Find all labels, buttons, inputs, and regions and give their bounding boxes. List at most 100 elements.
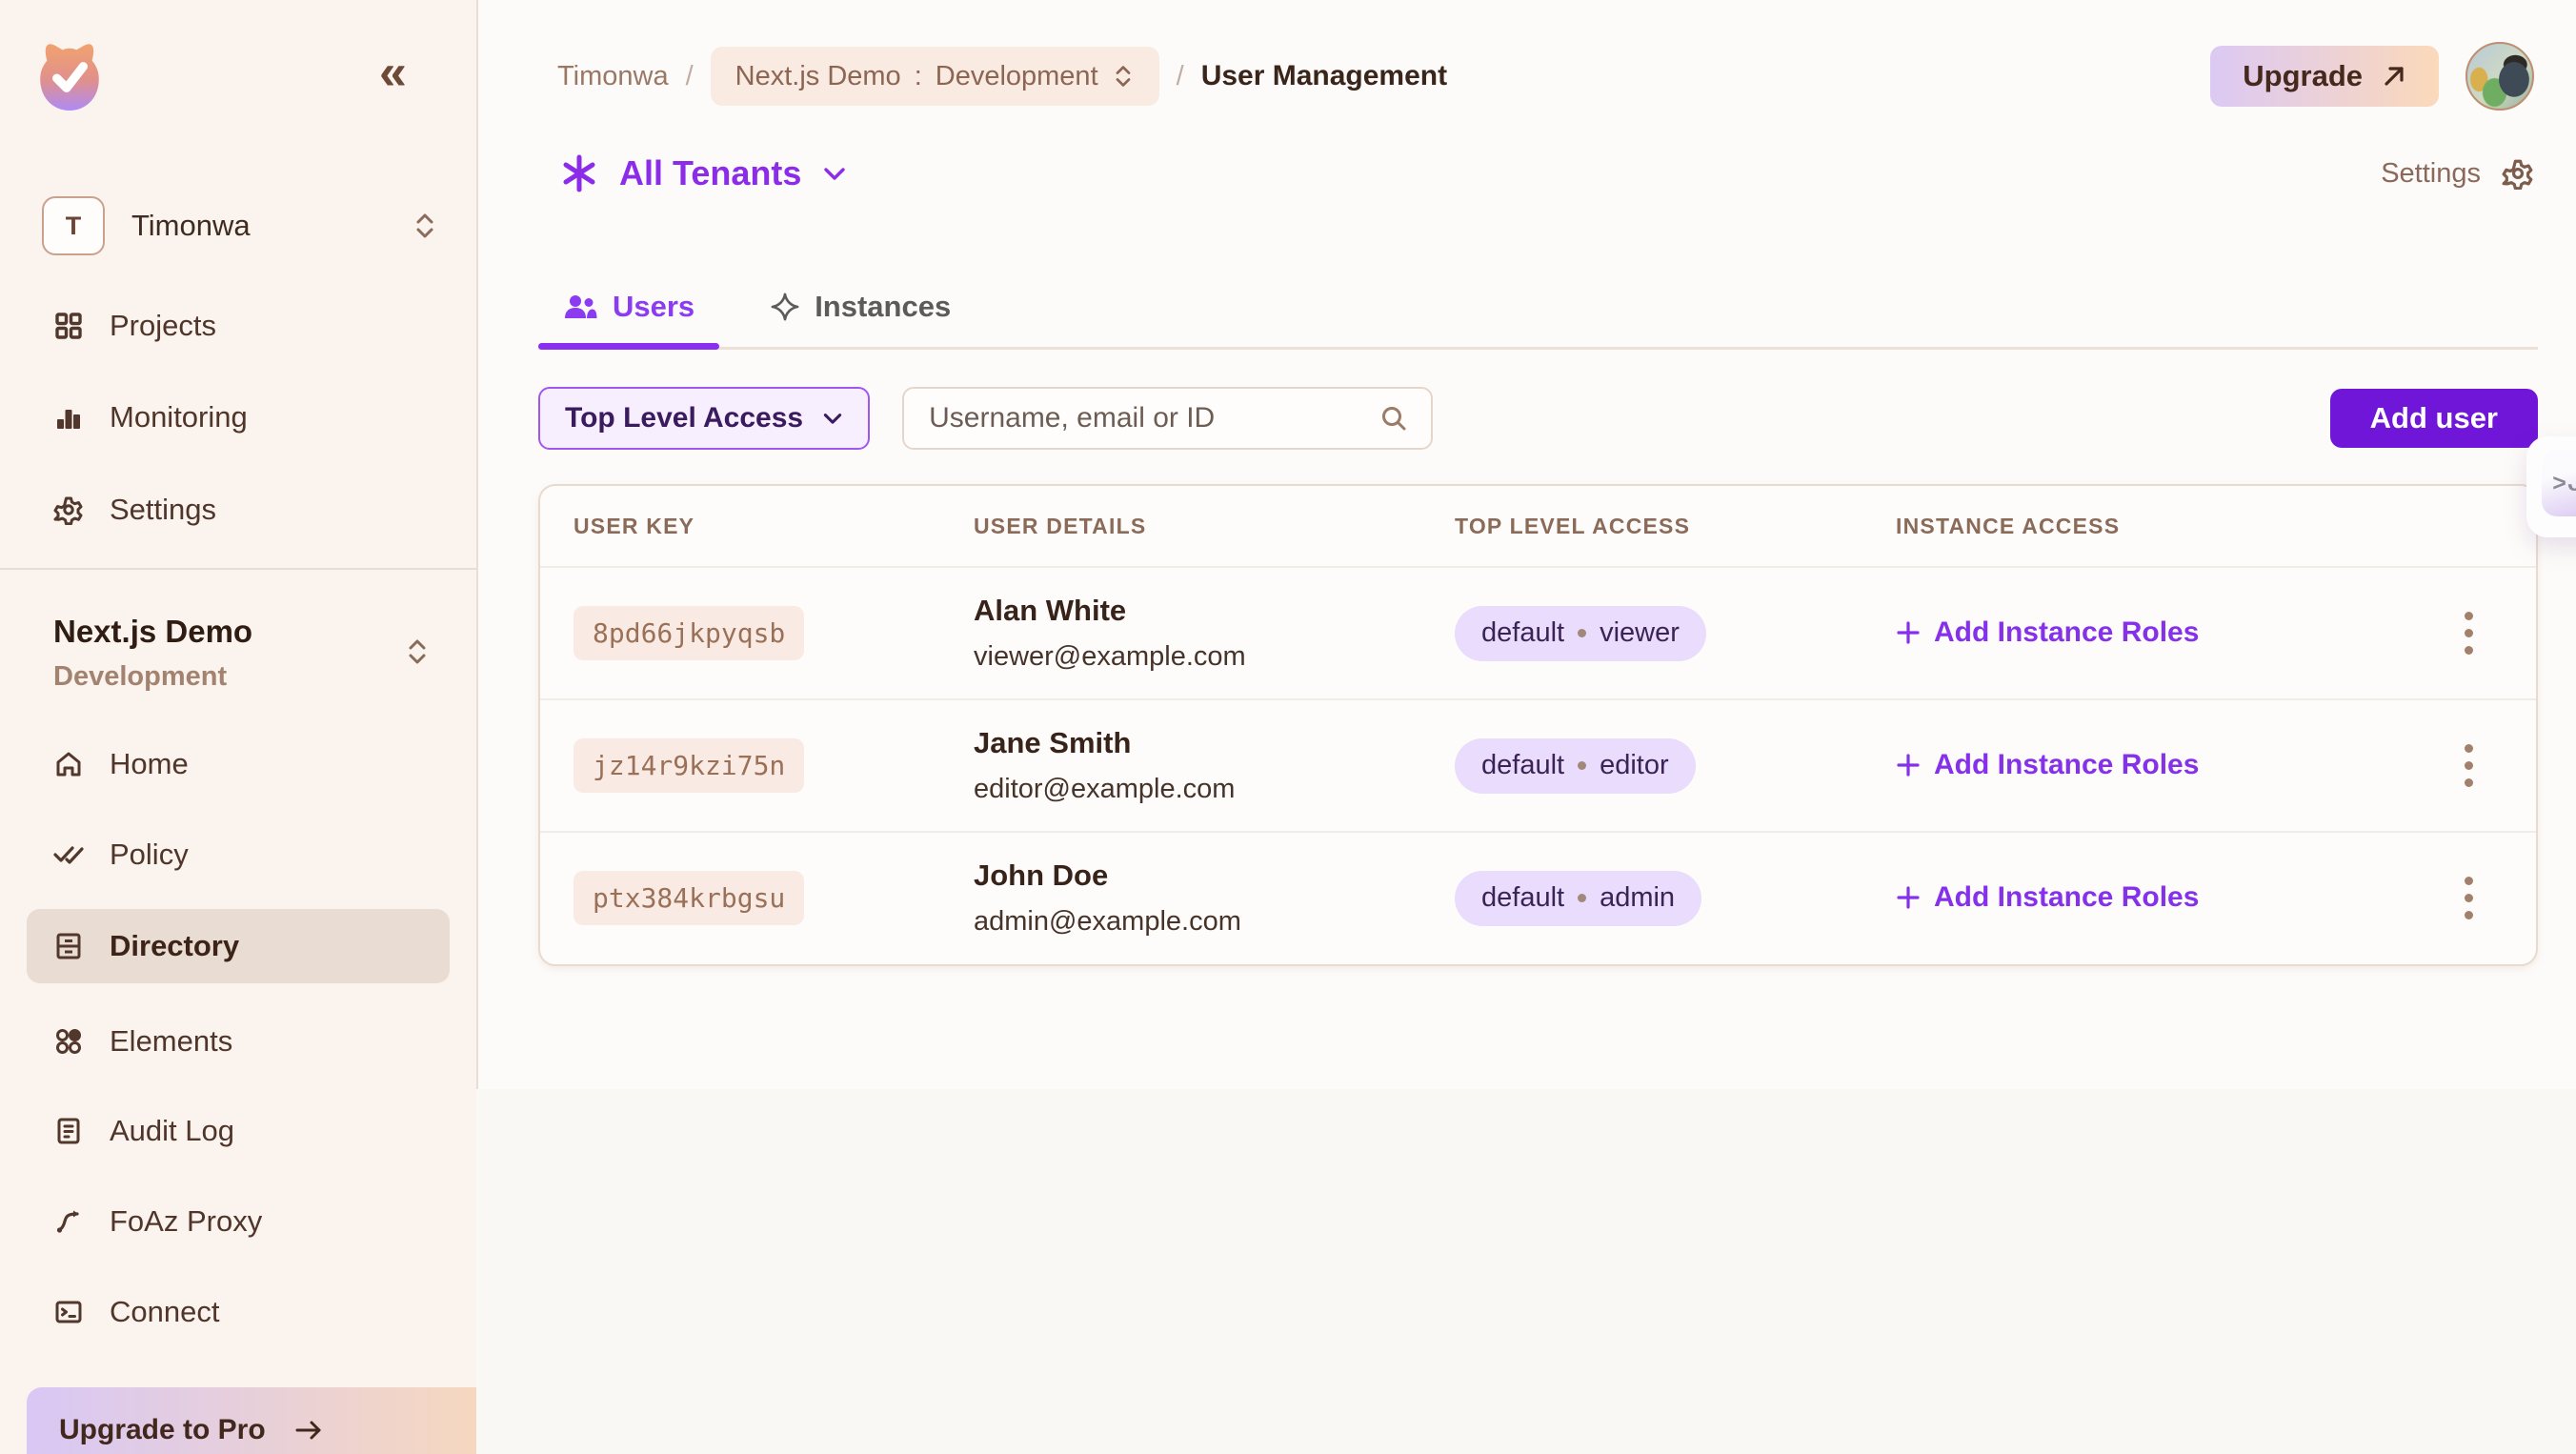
users-table: USER KEY USER DETAILS TOP LEVEL ACCESS I… [538, 484, 2538, 966]
org-name: Timonwa [131, 209, 412, 243]
elements-circles-icon [52, 1027, 85, 1056]
gear-icon [52, 495, 85, 525]
dot-separator-icon [1578, 629, 1586, 637]
sidebar-item-policy[interactable]: Policy [27, 825, 450, 884]
org-initial-avatar: T [42, 196, 105, 255]
access-badge[interactable]: default admin [1455, 871, 1701, 926]
breadcrumb-environment: Development [936, 61, 1098, 92]
sidebar-divider [0, 568, 476, 570]
user-avatar[interactable] [2465, 42, 2534, 111]
sidebar-item-elements[interactable]: Elements [27, 1012, 450, 1071]
sidebar-item-label: FoAz Proxy [110, 1204, 262, 1239]
user-name: Jane Smith [974, 726, 1455, 760]
row-menu-button[interactable] [2457, 604, 2481, 662]
users-icon [563, 293, 597, 321]
sidebar-item-connect[interactable]: Connect [27, 1282, 450, 1342]
sidebar-item-audit-log[interactable]: Audit Log [27, 1101, 450, 1161]
tab-bar: Users Instances [538, 267, 2538, 350]
breadcrumb-org-link[interactable]: Timonwa [557, 61, 669, 92]
user-email: viewer@example.com [974, 641, 1455, 673]
sidebar-item-foaz-proxy[interactable]: FoAz Proxy [27, 1192, 450, 1251]
table-row: ptx384krbgsu John Doe admin@example.com … [540, 833, 2536, 963]
plus-icon [1896, 620, 1921, 645]
sidebar-item-home[interactable]: Home [27, 735, 450, 794]
project-environment-selector[interactable]: Next.js Demo : Development [711, 47, 1159, 106]
user-key-chip[interactable]: 8pd66jkpyqsb [574, 606, 804, 660]
home-icon [52, 750, 85, 778]
user-details-cell: John Doe admin@example.com [974, 858, 1455, 938]
double-check-icon [52, 841, 85, 868]
proxy-route-icon [52, 1207, 85, 1236]
upgrade-button[interactable]: Upgrade [2210, 46, 2439, 107]
add-instance-roles-link[interactable]: Add Instance Roles [1896, 616, 2199, 649]
add-instance-roles-link[interactable]: Add Instance Roles [1896, 749, 2199, 781]
arrow-right-icon [294, 1419, 323, 1442]
breadcrumb: Timonwa / Next.js Demo : Development / U… [557, 47, 2210, 106]
chevron-up-down-icon[interactable] [404, 636, 431, 667]
search-icon[interactable] [1379, 404, 1408, 433]
upgrade-button-label: Upgrade [2243, 59, 2363, 93]
chevron-up-down-icon [1112, 63, 1135, 90]
tab-users[interactable]: Users [538, 267, 719, 347]
table-controls: Top Level Access Add user [538, 389, 2538, 448]
project-name: Next.js Demo [53, 614, 252, 650]
tenant-selector[interactable]: All Tenants [560, 153, 2381, 193]
column-header-top-level-access: TOP LEVEL ACCESS [1455, 514, 1896, 539]
row-menu-button[interactable] [2457, 737, 2481, 795]
project-environment: Development [53, 661, 227, 693]
access-badge[interactable]: default viewer [1455, 606, 1706, 661]
audit-log-document-icon [52, 1117, 85, 1145]
sidebar-item-label: Connect [110, 1295, 219, 1329]
main-content: Timonwa / Next.js Demo : Development / U… [476, 0, 2576, 1454]
top-level-access-filter[interactable]: Top Level Access [538, 387, 870, 450]
sidebar-item-directory[interactable]: Directory [27, 909, 450, 983]
table-row: 8pd66jkpyqsb Alan White viewer@example.c… [540, 568, 2536, 700]
sidebar-item-projects[interactable]: Projects [27, 296, 450, 355]
title-row: All Tenants Settings [560, 143, 2534, 204]
workspace-settings-link[interactable]: Settings [2381, 157, 2534, 190]
breadcrumb-colon: : [915, 61, 922, 92]
widget-handle-button[interactable]: >ᴗ< [2542, 450, 2576, 516]
tab-label: Users [613, 290, 694, 324]
sidebar-item-label: Projects [110, 309, 216, 343]
sidebar-collapse-icon[interactable]: « [379, 48, 401, 97]
add-instance-roles-label: Add Instance Roles [1934, 749, 2199, 781]
badge-tenant: default [1481, 882, 1564, 914]
sidebar-item-monitoring[interactable]: Monitoring [27, 388, 450, 447]
search-input[interactable] [927, 401, 1364, 435]
upgrade-to-pro-button[interactable]: Upgrade to Pro [27, 1387, 514, 1454]
breadcrumb-separator: / [1177, 61, 1184, 92]
access-badge[interactable]: default editor [1455, 738, 1696, 794]
filter-label: Top Level Access [565, 402, 803, 434]
sidebar-item-label: Settings [110, 493, 216, 527]
row-menu-button[interactable] [2457, 869, 2481, 927]
org-selector[interactable]: T Timonwa [42, 196, 438, 255]
user-key-chip[interactable]: jz14r9kzi75n [574, 738, 804, 793]
sidebar-item-label: Home [110, 747, 189, 781]
user-key-chip[interactable]: ptx384krbgsu [574, 871, 804, 925]
breadcrumb-separator: / [686, 61, 694, 92]
column-header-user-details: USER DETAILS [974, 514, 1455, 539]
user-details-cell: Jane Smith editor@example.com [974, 726, 1455, 805]
tab-instances[interactable]: Instances [746, 267, 976, 347]
sparkle-icon [771, 293, 799, 321]
add-instance-roles-label: Add Instance Roles [1934, 616, 2199, 649]
add-user-button[interactable]: Add user [2330, 389, 2538, 448]
chevron-down-icon [822, 411, 843, 426]
header-actions: Upgrade [2210, 42, 2534, 111]
sidebar-item-label: Monitoring [110, 400, 248, 434]
user-name: John Doe [974, 858, 1455, 893]
user-name: Alan White [974, 594, 1455, 628]
add-instance-roles-link[interactable]: Add Instance Roles [1896, 881, 2199, 914]
column-header-user-key: USER KEY [574, 514, 974, 539]
content-lower-band [476, 1089, 2576, 1454]
tenant-selector-label: All Tenants [619, 153, 801, 193]
gear-icon [2502, 157, 2534, 190]
table-row: jz14r9kzi75n Jane Smith editor@example.c… [540, 700, 2536, 833]
user-email: editor@example.com [974, 774, 1455, 805]
badge-role: admin [1600, 882, 1675, 914]
arrow-up-right-icon [2382, 64, 2406, 89]
chevron-up-down-icon [412, 211, 438, 241]
directory-cabinet-icon [52, 932, 85, 960]
sidebar-item-settings[interactable]: Settings [27, 480, 450, 539]
